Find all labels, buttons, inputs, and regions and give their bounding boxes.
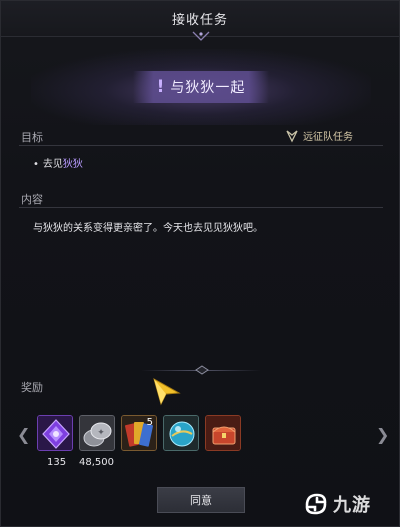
reward-label: 奖励 (21, 381, 43, 394)
reward-item-4[interactable] (163, 415, 199, 451)
squad-quest-icon (286, 129, 298, 142)
svg-text:✦: ✦ (97, 428, 105, 438)
objective-prefix: 去见 (42, 159, 63, 170)
jiuyou-logo-icon (305, 493, 327, 515)
quest-accept-dialog: 接收任务 ! 与狄狄一起 目标 远征队任务 • 去见狄狄 内容 与狄狄的关系变得更… (0, 0, 400, 527)
reward-item-1[interactable] (37, 415, 73, 451)
quest-title-tag: ! 与狄狄一起 (133, 71, 269, 103)
reward-item-2-quantity: 48,500 (79, 457, 114, 468)
window-title: 接收任务 (171, 13, 228, 28)
diamond-ornament-icon (195, 365, 209, 375)
reward-item-3[interactable]: 5 (121, 415, 157, 451)
objective-divider (19, 145, 383, 146)
blue-orb-icon (164, 416, 198, 450)
content-label: 内容 (21, 193, 43, 206)
objective-target: 狄狄 (62, 159, 83, 170)
content-divider (19, 207, 383, 208)
reward-item-3-badge: 5 (146, 417, 153, 428)
reward-next-arrow[interactable]: ❯ (376, 425, 389, 444)
objective-bullet: • (33, 159, 39, 170)
watermark: 九游 (303, 491, 371, 517)
quest-title: 与狄狄一起 (170, 80, 246, 96)
reward-prev-arrow[interactable]: ❮ (17, 425, 30, 444)
reward-item-1-quantity: 135 (47, 457, 67, 468)
silver-coins-icon: ✦ (80, 416, 114, 450)
objective-item: • 去见狄狄 (33, 155, 83, 170)
reward-item-5[interactable] (205, 415, 241, 451)
objective-label: 目标 (21, 131, 43, 144)
agree-button[interactable]: 同意 (157, 487, 245, 513)
squad-quest-label: 远征队任务 (303, 132, 353, 143)
exclamation-icon: ! (156, 77, 165, 97)
watermark-text: 九游 (333, 495, 371, 516)
red-chest-icon (206, 416, 240, 450)
title-ornament-icon (192, 31, 210, 41)
cursor-icon (153, 377, 181, 406)
reward-item-2[interactable]: ✦ (79, 415, 115, 451)
purple-crystal-icon (38, 416, 72, 450)
squad-quest-tag: 远征队任务 (285, 128, 353, 143)
content-text: 与狄狄的关系变得更亲密了。今天也去见见狄狄吧。 (33, 223, 263, 234)
